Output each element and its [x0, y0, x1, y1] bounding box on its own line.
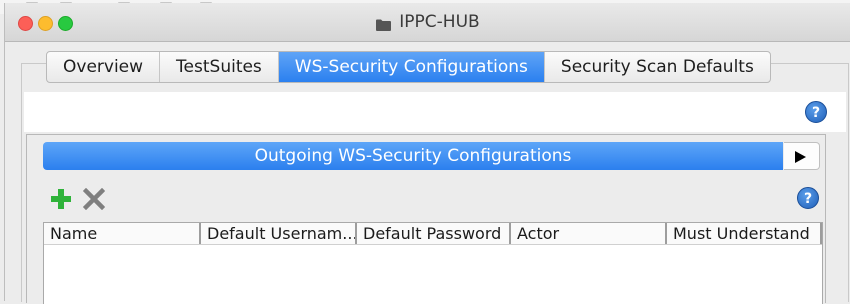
tab-overview[interactable]: Overview	[47, 52, 161, 82]
tab-bar: Overview TestSuites WS-Security Configur…	[46, 51, 771, 83]
expand-button[interactable]	[784, 142, 820, 170]
column-header-default-password[interactable]: Default Password	[357, 223, 511, 244]
outgoing-ws-security-section: Outgoing WS-Security Configurations ? Na…	[26, 134, 826, 304]
window-title-area: IPPC-HUB	[5, 3, 850, 41]
play-arrow-icon	[795, 151, 806, 163]
help-icon[interactable]: ?	[797, 187, 819, 209]
section-header[interactable]: Outgoing WS-Security Configurations	[43, 142, 783, 170]
tab-content-panel: ? Outgoing WS-Security Configurations ?	[21, 63, 849, 304]
column-header-must-understand[interactable]: Must Understand	[667, 223, 822, 244]
tab-security-scan-defaults[interactable]: Security Scan Defaults	[545, 52, 770, 82]
ws-security-configurations-table[interactable]: Name Default Usernam... Default Password…	[43, 222, 823, 304]
help-icon[interactable]: ?	[805, 101, 827, 123]
remove-icon[interactable]	[82, 187, 106, 211]
window-title: IPPC-HUB	[399, 12, 480, 32]
column-header-name[interactable]: Name	[44, 223, 201, 244]
folder-icon	[376, 16, 392, 31]
tab-testsuites[interactable]: TestSuites	[160, 52, 279, 82]
panel-toolbar-strip	[24, 92, 846, 132]
table-header: Name Default Usernam... Default Password…	[44, 223, 822, 245]
column-header-actor[interactable]: Actor	[511, 223, 667, 244]
column-header-default-username[interactable]: Default Usernam...	[201, 223, 357, 244]
tab-ws-security-configurations[interactable]: WS-Security Configurations	[278, 52, 545, 82]
app-window: IPPC-HUB ? Outgoing WS-Security Configur…	[4, 3, 850, 304]
add-icon[interactable]	[50, 188, 72, 210]
title-bar[interactable]: IPPC-HUB	[5, 3, 850, 42]
